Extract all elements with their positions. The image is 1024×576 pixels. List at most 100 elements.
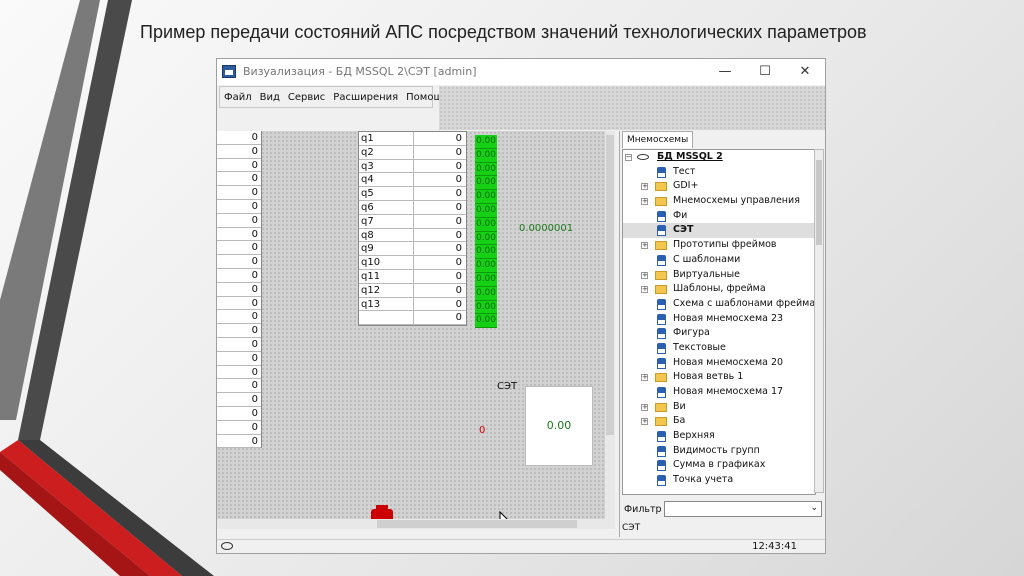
q-name-cell: q5 xyxy=(359,187,414,200)
tree-item[interactable]: Сумма в графиках xyxy=(623,458,815,473)
q-name-cell: q1 xyxy=(359,132,414,145)
tree-item[interactable]: Текстовые xyxy=(623,341,815,356)
tab-mnemonics[interactable]: Мнемосхемы xyxy=(622,131,694,148)
tree-item[interactable]: Видимость групп xyxy=(623,444,815,459)
table-row: q5 0 xyxy=(359,187,466,201)
filter-select[interactable]: ⌄ xyxy=(664,501,822,517)
q-name-cell: q6 xyxy=(359,200,414,214)
tree-item-label: Ви xyxy=(673,400,686,412)
tree-item[interactable]: Новая мнемосхема 17 xyxy=(623,385,815,400)
eye-icon[interactable] xyxy=(221,542,233,550)
tree-item[interactable]: + Виртуальные xyxy=(623,268,815,283)
tree-item[interactable]: Точка учета xyxy=(623,473,815,488)
maximize-button[interactable]: ☐ xyxy=(745,59,785,85)
tree-item[interactable]: Фигура xyxy=(623,326,815,341)
mnemonic-icon xyxy=(657,225,666,237)
tree-item-label: Фигура xyxy=(673,327,710,339)
value-box[interactable]: 0.00 xyxy=(525,386,593,466)
alarm-object-icon[interactable] xyxy=(371,505,393,519)
green-indicator: 0.00 xyxy=(475,314,497,329)
tree-item[interactable]: + Новая ветвь 1 xyxy=(623,370,815,385)
mnemonic-icon xyxy=(657,387,666,398)
tree-item-label: Виртуальные xyxy=(673,268,740,280)
q-name-cell: q10 xyxy=(359,256,414,269)
grid-cell: 0 xyxy=(217,407,261,421)
expand-icon[interactable]: + xyxy=(641,198,648,206)
tree-item[interactable]: Новая мнемосхема 23 xyxy=(623,312,815,327)
tree-item-label: Видимость групп xyxy=(673,444,760,456)
grid-cell: 0 xyxy=(217,131,261,145)
tree-scrollbar[interactable] xyxy=(814,149,824,493)
menu-extensions[interactable]: Расширения xyxy=(329,92,402,103)
tree-item[interactable]: С шаблонами xyxy=(623,253,815,268)
status-bar: 12:43:41 xyxy=(217,539,825,553)
expand-icon[interactable]: + xyxy=(641,286,648,294)
q-value-cell: 0 xyxy=(455,215,462,227)
minimize-button[interactable]: — xyxy=(705,59,745,85)
tree-item-label: Текстовые xyxy=(673,341,726,353)
green-indicator: 0.00 xyxy=(475,259,497,273)
tree-item[interactable]: Фи xyxy=(623,209,815,224)
tree-item-label: Новая мнемосхема 17 xyxy=(673,386,784,397)
grid-cell: 0 xyxy=(217,200,261,214)
window-title: Визуализация - БД MSSQL 2\СЭТ [admin] xyxy=(243,65,477,78)
tree-item[interactable]: Верхняя xyxy=(623,429,815,444)
grid-cell: 0 xyxy=(217,241,261,256)
mnemonics-panel: Мнемосхемы − БД MSSQL 2 Тест + GDI+ + Мнемосхе… xyxy=(619,131,825,537)
tree-item[interactable]: + Ви xyxy=(623,400,815,415)
grid-cell: 0 xyxy=(217,228,261,242)
q-value-cell: 0 xyxy=(455,270,462,282)
green-indicator: 0.00 xyxy=(475,272,497,287)
tree-item-label: Схема с шаблонами фреймами xyxy=(673,297,816,309)
tree-item[interactable]: + GDI+ xyxy=(623,179,815,194)
expand-icon[interactable]: + xyxy=(641,183,648,191)
chevron-down-icon[interactable]: ⌄ xyxy=(810,503,818,513)
canvas-vertical-scrollbar[interactable] xyxy=(605,131,615,519)
tree-item[interactable]: + Прототипы фреймов xyxy=(623,238,815,253)
menu-file[interactable]: Файл xyxy=(220,92,256,103)
expand-icon[interactable]: + xyxy=(641,418,648,426)
value-readout: 0.0000001 xyxy=(519,223,574,234)
red-zero-value: 0 xyxy=(479,425,486,436)
tree-item[interactable]: − БД MSSQL 2 xyxy=(623,150,815,165)
q-name-cell: q11 xyxy=(359,269,414,283)
q-value-cell: 0 xyxy=(455,146,462,158)
folder-icon xyxy=(655,373,667,383)
folder-icon xyxy=(655,197,667,207)
green-indicator: 0.00 xyxy=(475,148,497,163)
green-indicator-column: 0.00 0.00 0.00 0.00 0.00 0.00 0.00 0.00 0.00 0.00… xyxy=(475,135,497,329)
tree-item[interactable]: + Шаблоны, фрейма xyxy=(623,282,815,297)
scroll-thumb[interactable] xyxy=(816,160,822,245)
expand-icon[interactable]: + xyxy=(641,271,648,279)
menu-service[interactable]: Сервис xyxy=(284,92,329,103)
tree-item[interactable]: Тест xyxy=(623,165,815,180)
table-row: q2 0 xyxy=(359,145,466,160)
tree-item[interactable]: + Мнемосхемы управления xyxy=(623,194,815,209)
title-bar[interactable]: Визуализация - БД MSSQL 2\СЭТ [admin] — … xyxy=(217,59,825,85)
mnemonic-canvas[interactable]: 00000000000000000000000 q1 0 q2 0 q3 0 q4 0 q5 0 q… xyxy=(217,131,605,526)
green-indicator: 0.00 xyxy=(475,286,497,301)
collapse-icon[interactable]: − xyxy=(625,154,632,161)
menu-view[interactable]: Вид xyxy=(256,92,284,103)
tree-item[interactable]: Новая мнемосхема 20 xyxy=(623,356,815,371)
canvas-horizontal-scrollbar[interactable] xyxy=(217,519,615,529)
folder-icon xyxy=(655,182,667,192)
tree-item[interactable]: СЭТ xyxy=(623,223,815,239)
grid-cell: 0 xyxy=(217,255,261,269)
tree-item[interactable]: + Ба xyxy=(623,414,815,429)
scroll-thumb[interactable] xyxy=(606,135,614,435)
expand-icon[interactable]: + xyxy=(641,242,648,250)
table-row: q3 0 xyxy=(359,159,466,174)
table-row: q11 0 xyxy=(359,269,466,284)
green-indicator: 0.00 xyxy=(475,231,497,246)
scroll-thumb[interactable] xyxy=(377,520,577,528)
close-button[interactable]: ✕ xyxy=(785,59,825,85)
tree-item-label: Шаблоны, фрейма xyxy=(673,283,766,295)
mnemonic-icon xyxy=(657,342,666,354)
table-row: q12 0 xyxy=(359,283,466,298)
tree-item[interactable]: Схема с шаблонами фреймами xyxy=(623,297,815,312)
expand-icon[interactable]: + xyxy=(641,374,648,382)
app-icon xyxy=(222,65,236,78)
expand-icon[interactable]: + xyxy=(641,403,648,411)
grid-cell: 0 xyxy=(217,421,261,435)
